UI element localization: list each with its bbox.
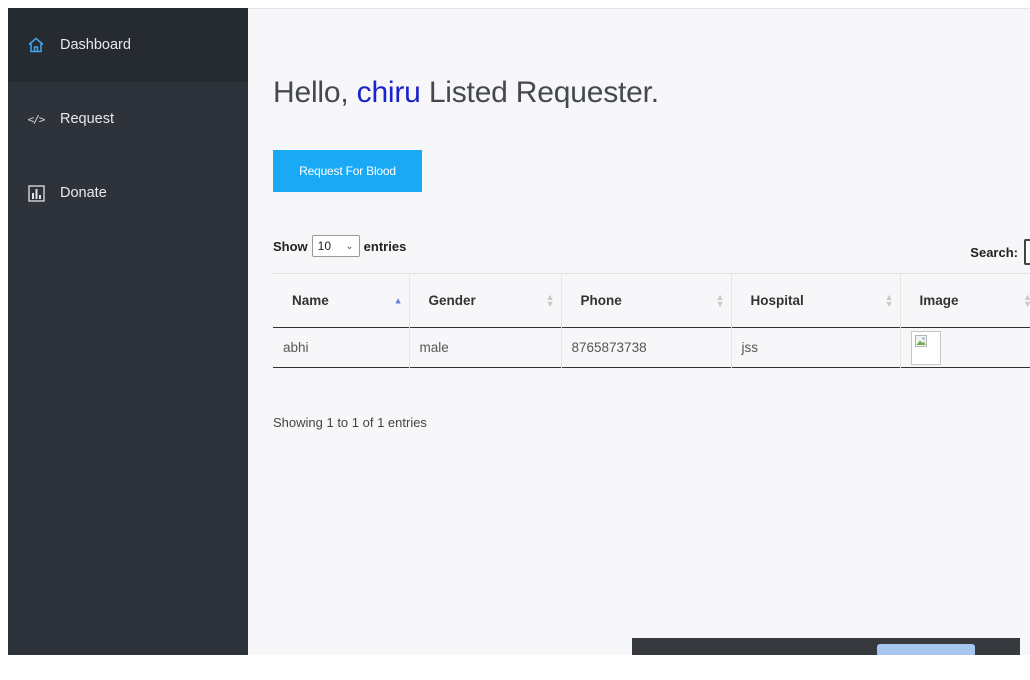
sort-icon: ▲▼ xyxy=(545,291,555,309)
overlay-button[interactable] xyxy=(877,644,975,655)
column-header-label: Image xyxy=(919,293,959,308)
entries-select-value: 10 xyxy=(317,239,332,253)
cell-gender: male xyxy=(409,327,562,368)
cell-image xyxy=(900,328,1030,368)
greeting-suffix: Listed Requester. xyxy=(428,76,659,109)
search-input[interactable] xyxy=(1024,239,1030,265)
entries-length-control: Show 10 ⌄ entries xyxy=(273,235,406,257)
table-row: abhi male 8765873738 jss xyxy=(273,327,1030,368)
table-header-row: Name ▲ Gender ▲ ▼ Phone ▲ ▼ Hospital ▲ ▼… xyxy=(273,273,1030,328)
sidebar: Dashboard </> Request Donate xyxy=(8,8,248,655)
cell-hospital: jss xyxy=(731,327,901,368)
column-header-gender[interactable]: Gender ▲ ▼ xyxy=(409,273,562,328)
column-header-label: Phone xyxy=(580,293,622,308)
column-header-label: Name xyxy=(292,293,329,308)
home-icon xyxy=(26,35,46,55)
sort-ascending-icon: ▲ xyxy=(393,295,403,305)
column-header-phone[interactable]: Phone ▲ ▼ xyxy=(561,273,732,328)
request-for-blood-button[interactable]: Request For Blood xyxy=(273,150,422,192)
show-label: Show xyxy=(273,238,308,254)
column-header-label: Gender xyxy=(428,293,476,308)
column-header-image[interactable]: Image ▲▼ xyxy=(900,274,1030,328)
requester-table: Name ▲ Gender ▲ ▼ Phone ▲ ▼ Hospital ▲ ▼… xyxy=(273,273,1030,368)
page-title: Hello, chiru Listed Requester. xyxy=(273,76,659,110)
sidebar-item-label: Request xyxy=(60,111,115,127)
column-header-label: Hospital xyxy=(750,293,804,308)
greeting-prefix: Hello, xyxy=(273,76,349,109)
sidebar-item-dashboard[interactable]: Dashboard xyxy=(8,8,248,82)
cell-phone: 8765873738 xyxy=(561,327,732,368)
cell-name: abhi xyxy=(273,327,410,368)
column-header-name[interactable]: Name ▲ xyxy=(273,273,410,328)
requester-table-wrapper: Name ▲ Gender ▲ ▼ Phone ▲ ▼ Hospital ▲ ▼… xyxy=(273,273,1030,368)
main-content: Hello, chiru Listed Requester. Request F… xyxy=(248,8,1030,655)
sort-icon: ▲▼ xyxy=(715,291,725,309)
search-label: Search: xyxy=(970,244,1018,260)
chevron-down-icon: ⌄ xyxy=(345,240,354,252)
sidebar-item-donate[interactable]: Donate xyxy=(8,156,248,230)
broken-image-icon xyxy=(910,330,941,365)
header-divider xyxy=(248,8,1030,9)
sidebar-item-label: Dashboard xyxy=(60,37,131,53)
column-header-hospital[interactable]: Hospital ▲ ▼ xyxy=(731,273,901,328)
sidebar-item-label: Donate xyxy=(60,185,107,201)
sidebar-item-request[interactable]: </> Request xyxy=(8,82,248,156)
entries-select[interactable]: 10 ⌄ xyxy=(311,235,360,257)
app-screen: Dashboard </> Request Donate Hello, chir… xyxy=(8,8,1030,655)
search-control: Search: xyxy=(970,239,1030,265)
sort-icon: ▲▼ xyxy=(1023,292,1030,308)
sort-icon: ▲▼ xyxy=(884,291,894,309)
bottom-overlay-bar xyxy=(632,638,1020,655)
user-name: chiru xyxy=(356,76,421,109)
entries-label: entries xyxy=(363,238,407,254)
table-info: Showing 1 to 1 of 1 entries xyxy=(273,415,427,430)
bar-chart-icon xyxy=(26,183,46,203)
code-icon: </> xyxy=(27,112,46,126)
